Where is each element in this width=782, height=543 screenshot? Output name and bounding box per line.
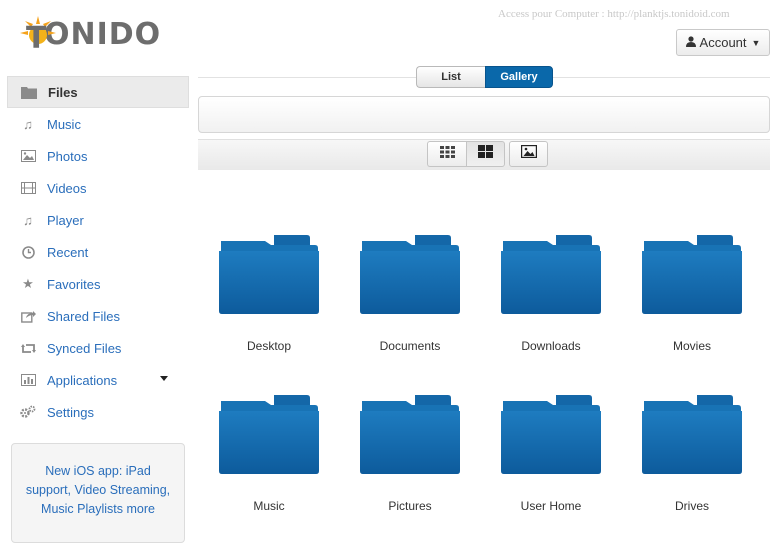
folder-documents[interactable]: Documents <box>350 235 470 353</box>
logo-text: ONIDO <box>44 16 162 52</box>
sidebar-item-player[interactable]: ♫ Player <box>7 204 189 236</box>
folder-drives[interactable]: Drives <box>632 395 752 513</box>
sidebar-item-label: Files <box>48 84 78 100</box>
caret-down-icon: ▼ <box>751 37 761 48</box>
grid-large-button[interactable] <box>466 141 505 167</box>
folder-label: User Home <box>520 499 582 513</box>
grid-small-icon <box>439 145 455 163</box>
tonido-logo[interactable]: T ONIDO <box>18 14 162 56</box>
music-icon: ♫ <box>23 116 33 132</box>
sidebar-item-label: Shared Files <box>47 308 120 324</box>
grid-large-icon <box>478 145 493 163</box>
folder-icon <box>219 395 319 474</box>
folder-icon <box>219 235 319 314</box>
sun-logo-icon: T <box>18 14 58 56</box>
sidebar-item-label: Recent <box>47 244 89 260</box>
sidebar-item-label: Settings <box>47 404 94 420</box>
folder-user-home[interactable]: User Home <box>491 395 611 513</box>
sidebar-item-files[interactable]: Files <box>7 76 189 108</box>
folder-downloads[interactable]: Downloads <box>491 235 611 353</box>
music-icon: ♫ <box>23 212 33 228</box>
sidebar-item-photos[interactable]: Photos <box>7 140 189 172</box>
user-icon <box>685 35 696 50</box>
sidebar-item-label: Applications <box>47 372 118 388</box>
list-view-button[interactable]: List <box>416 66 485 88</box>
sidebar-item-label: Music <box>47 116 81 132</box>
view-toolbar <box>198 139 770 170</box>
gears-icon <box>20 404 36 420</box>
sidebar-item-favorites[interactable]: ★ Favorites <box>7 268 189 300</box>
folder-icon <box>360 235 460 314</box>
sidebar-item-videos[interactable]: Videos <box>7 172 189 204</box>
folder-label: Pictures <box>388 499 432 513</box>
film-icon <box>20 180 36 196</box>
sidebar-item-shared-files[interactable]: Shared Files <box>7 300 189 332</box>
dropdown-arrow-icon[interactable] <box>160 376 168 381</box>
gallery-view-button[interactable]: Gallery <box>485 66 553 88</box>
account-button[interactable]: Account ▼ <box>676 29 770 56</box>
sidebar-item-recent[interactable]: Recent <box>7 236 189 268</box>
clock-icon <box>20 244 36 260</box>
folder-pictures[interactable]: Pictures <box>350 395 470 513</box>
folder-movies[interactable]: Movies <box>632 235 752 353</box>
sidebar-item-label: Photos <box>47 148 88 164</box>
chart-icon <box>20 372 36 388</box>
folder-label: Movies <box>672 339 711 353</box>
folder-label: Drives <box>674 499 709 513</box>
folder-icon <box>501 395 601 474</box>
sidebar-item-label: Player <box>47 212 84 228</box>
image-icon <box>520 145 537 163</box>
image-view-button[interactable] <box>509 141 548 167</box>
access-url: Access pour Computer : http://planktjs.t… <box>498 8 730 20</box>
folder-icon <box>360 395 460 474</box>
folder-icon <box>21 84 37 100</box>
sidebar-item-settings[interactable]: Settings <box>7 396 189 428</box>
star-icon: ★ <box>22 276 34 291</box>
sidebar: Files ♫ Music Photos Videos ♫ Player Rec… <box>7 76 189 428</box>
sidebar-item-label: Favorites <box>47 276 101 292</box>
view-toggle: List Gallery <box>416 66 553 88</box>
folder-label: Desktop <box>246 339 292 353</box>
ios-app-promo-link[interactable]: New iOS app: iPad support, Video Streami… <box>11 443 185 543</box>
path-panel <box>198 96 770 133</box>
folder-icon <box>642 235 742 314</box>
folder-label: Music <box>253 499 285 513</box>
folder-label: Documents <box>379 339 441 353</box>
folder-icon <box>501 235 601 314</box>
svg-text:T: T <box>26 21 47 54</box>
sync-icon <box>20 340 36 356</box>
grid-small-button[interactable] <box>427 141 466 167</box>
sidebar-item-music[interactable]: ♫ Music <box>7 108 189 140</box>
sidebar-item-label: Synced Files <box>47 340 122 356</box>
folder-icon <box>642 395 742 474</box>
folder-desktop[interactable]: Desktop <box>209 235 329 353</box>
sidebar-item-label: Videos <box>47 180 87 196</box>
photo-icon <box>20 148 36 164</box>
folder-music[interactable]: Music <box>209 395 329 513</box>
account-label: Account <box>699 35 747 50</box>
sidebar-item-synced-files[interactable]: Synced Files <box>7 332 189 364</box>
sidebar-item-applications[interactable]: Applications <box>7 364 189 396</box>
folder-label: Downloads <box>521 339 581 353</box>
share-icon <box>20 308 36 324</box>
